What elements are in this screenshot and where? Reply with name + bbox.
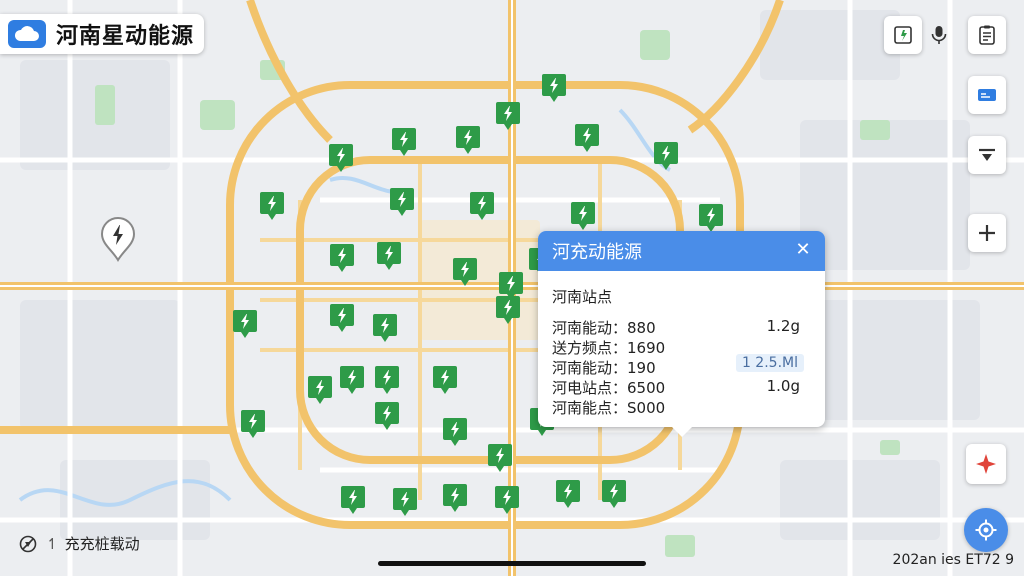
compass-icon	[976, 454, 996, 474]
map-layer-button[interactable]	[884, 16, 922, 54]
brand-badge: 河南星动能源	[0, 14, 205, 54]
filter-icon	[979, 148, 995, 161]
app-title: 河南星动能源	[56, 24, 195, 49]
popup-row: 河电站点：6500 1.0g	[552, 377, 814, 397]
compass-button[interactable]	[966, 444, 1006, 484]
plus-icon	[979, 225, 995, 241]
row-label: 河南能点：S000	[552, 399, 666, 417]
home-indicator[interactable]	[378, 561, 646, 566]
microphone-icon	[931, 26, 947, 44]
row-value: 1 2.5.Ml	[735, 354, 804, 372]
popup-row: 河南能点：S000	[552, 397, 814, 417]
row-value: 1.2g	[766, 317, 800, 335]
popup-row: 河南能动：880 1.2g	[552, 317, 814, 337]
station-info-popup: 河充动能源 ✕ 河南站点 河南能动：880 1.2g 送方频点：1690 河南能…	[538, 231, 825, 437]
list-button[interactable]	[968, 16, 1006, 54]
zoom-in-button[interactable]	[968, 214, 1006, 252]
row-label: 河南能动：880	[552, 319, 656, 337]
map-canvas[interactable]	[0, 0, 1024, 576]
row-label: 河电站点：6500	[552, 379, 666, 397]
card-button[interactable]	[968, 76, 1006, 114]
close-icon: ✕	[795, 239, 811, 260]
green-square-pin-icon	[894, 26, 912, 44]
timestamp: 202an ies ET72 9	[892, 552, 1014, 568]
row-value: 1.0g	[766, 377, 800, 395]
popup-title: 河充动能源	[552, 242, 642, 263]
no-location-icon	[19, 535, 37, 552]
clipboard-icon	[979, 25, 995, 45]
close-button[interactable]: ✕	[793, 240, 813, 260]
voice-button[interactable]	[920, 16, 958, 54]
popup-row: 河南能动：190 1 2.5.Ml	[552, 354, 814, 377]
status-text: 充充桩载动	[64, 535, 140, 553]
popup-subtitle: 河南站点	[552, 288, 613, 306]
cloud-icon	[8, 20, 46, 48]
row-label: 送方频点：1690	[552, 339, 666, 357]
filter-button[interactable]	[968, 136, 1006, 174]
popup-pointer	[672, 427, 692, 437]
locate-icon	[975, 519, 997, 541]
card-icon	[978, 89, 996, 101]
row-label: 河南能动：190	[552, 359, 656, 377]
status-bar: ↿ 充充桩载动	[18, 533, 140, 554]
popup-header: 河充动能源 ✕	[538, 231, 825, 271]
locate-button[interactable]	[964, 508, 1008, 552]
